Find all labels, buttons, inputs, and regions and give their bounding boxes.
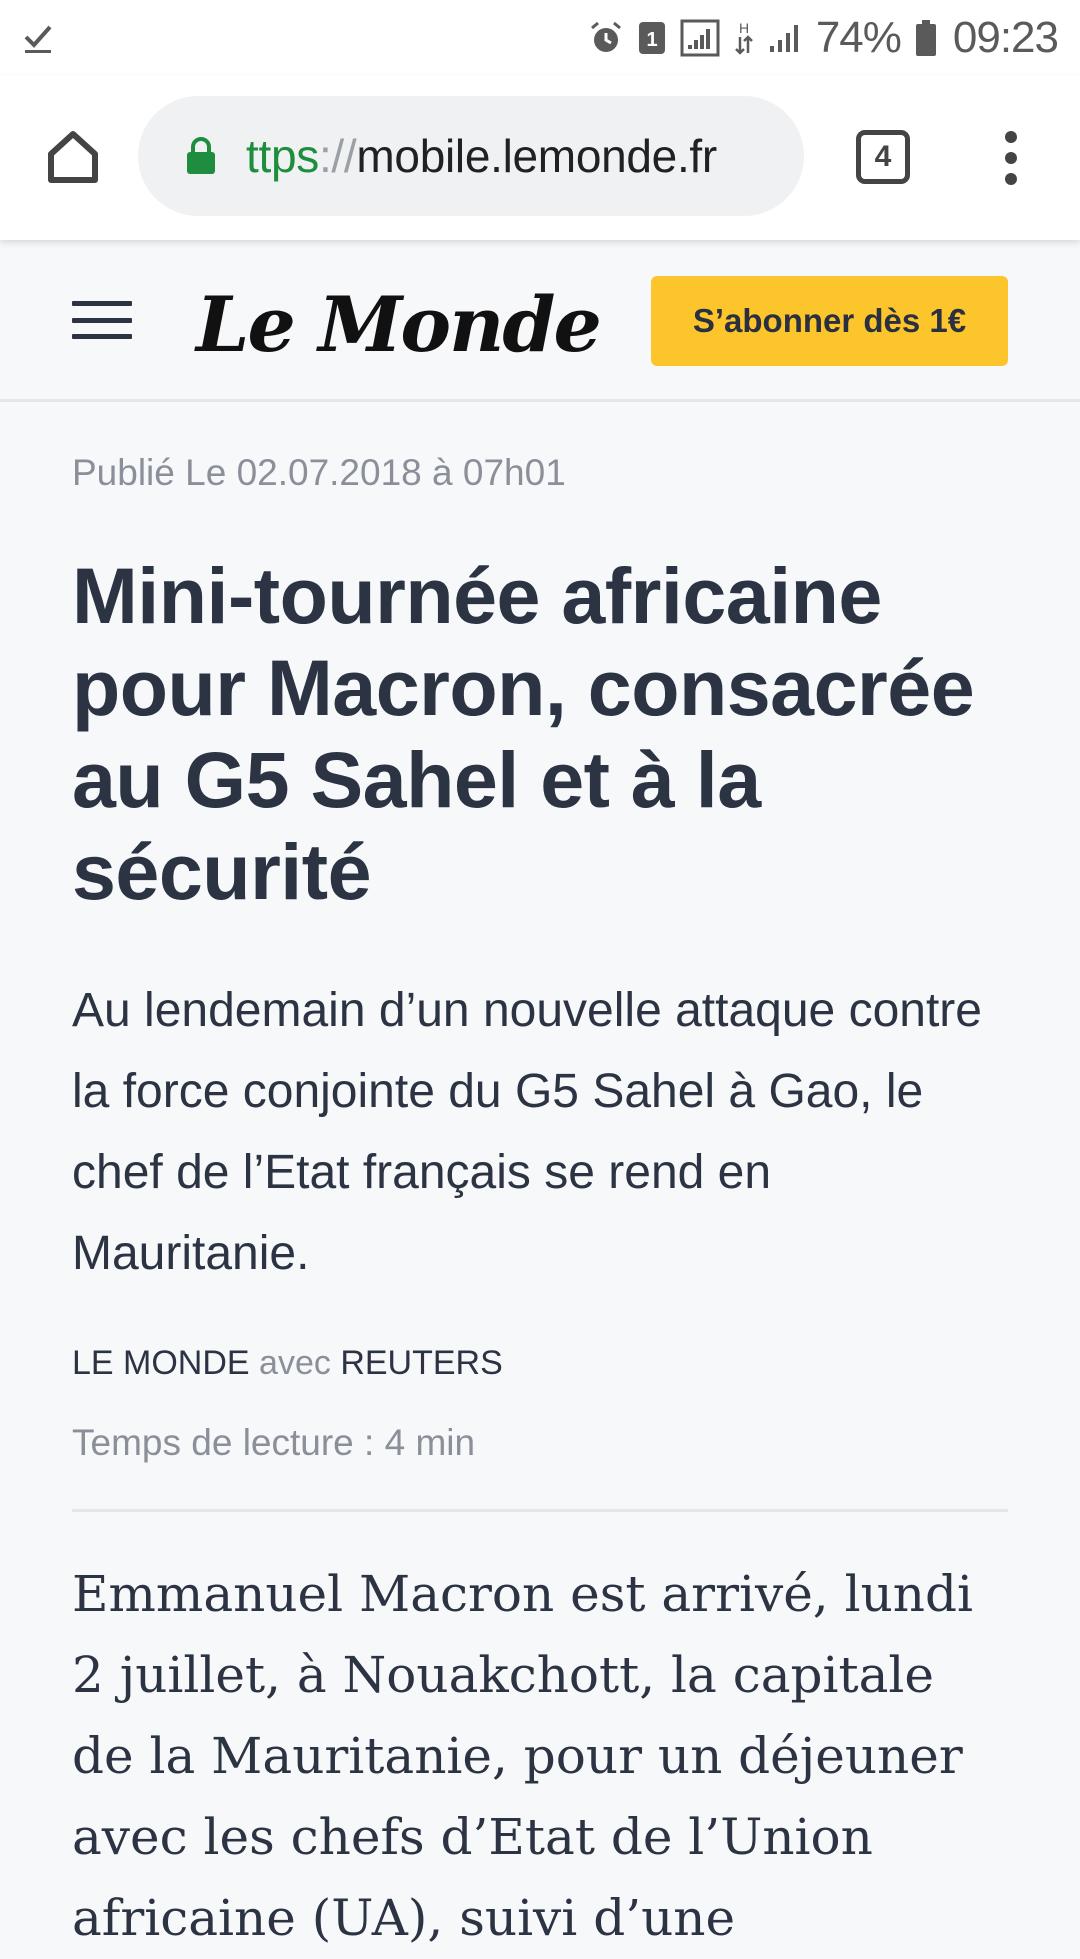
status-bar: 1 H 74% 09:23 [0,0,1080,75]
svg-text:H: H [739,20,749,36]
cellular-signal-icon [768,22,802,54]
byline-author[interactable]: LE MONDE [72,1344,250,1382]
url-host: mobile.lemonde.fr [356,130,717,182]
data-transfer-icon: H [734,19,754,57]
tab-count: 4 [874,140,892,173]
menu-dot-icon [1005,152,1017,164]
menu-dot-icon [1005,173,1017,185]
battery-icon [915,19,937,57]
browser-toolbar: ttps://mobile.lemonde.fr 4 [0,75,1080,240]
publication-date: Publié Le 02.07.2018 à 07h01 [72,452,566,493]
reading-time: Temps de lecture : 4 min [72,1422,476,1463]
menu-dot-icon [1005,131,1017,143]
overflow-menu-button[interactable] [988,125,1034,191]
url-text: ttps://mobile.lemonde.fr [246,129,717,183]
url-separator: :// [318,130,357,182]
le-monde-logo[interactable]: Le Monde [196,280,602,369]
download-complete-icon [22,21,56,55]
alarm-icon [588,20,624,56]
home-button[interactable] [40,123,106,189]
subscribe-button[interactable]: S’abonner dès 1€ [651,276,1008,366]
site-header: Le Monde S’abonner dès 1€ [0,240,1080,402]
battery-percent: 74% [815,12,902,62]
address-bar[interactable]: ttps://mobile.lemonde.fr [138,96,804,216]
byline: LE MONDE avec REUTERS [72,1344,503,1383]
url-scheme: ttps [246,130,319,182]
clock: 09:23 [952,12,1059,62]
sim-slot-icon: 1 [638,21,666,55]
lock-icon [186,137,216,175]
hamburger-menu-icon[interactable] [72,301,132,339]
article-lead: Au lendemain d’un nouvelle attaque contr… [72,984,982,1280]
article-headline: Mini-tournée africaine pour Macron, cons… [72,551,975,916]
home-icon [48,131,98,183]
byline-source[interactable]: REUTERS [340,1344,502,1382]
article-body: Emmanuel Macron est arrivé, lundi 2 juil… [72,1565,973,1947]
sim-slot-number: 1 [646,29,657,51]
tab-switcher-button[interactable]: 4 [856,130,910,184]
divider [72,1509,1008,1512]
byline-with: avec [259,1344,331,1382]
wifi-calling-signal-icon [680,19,720,57]
